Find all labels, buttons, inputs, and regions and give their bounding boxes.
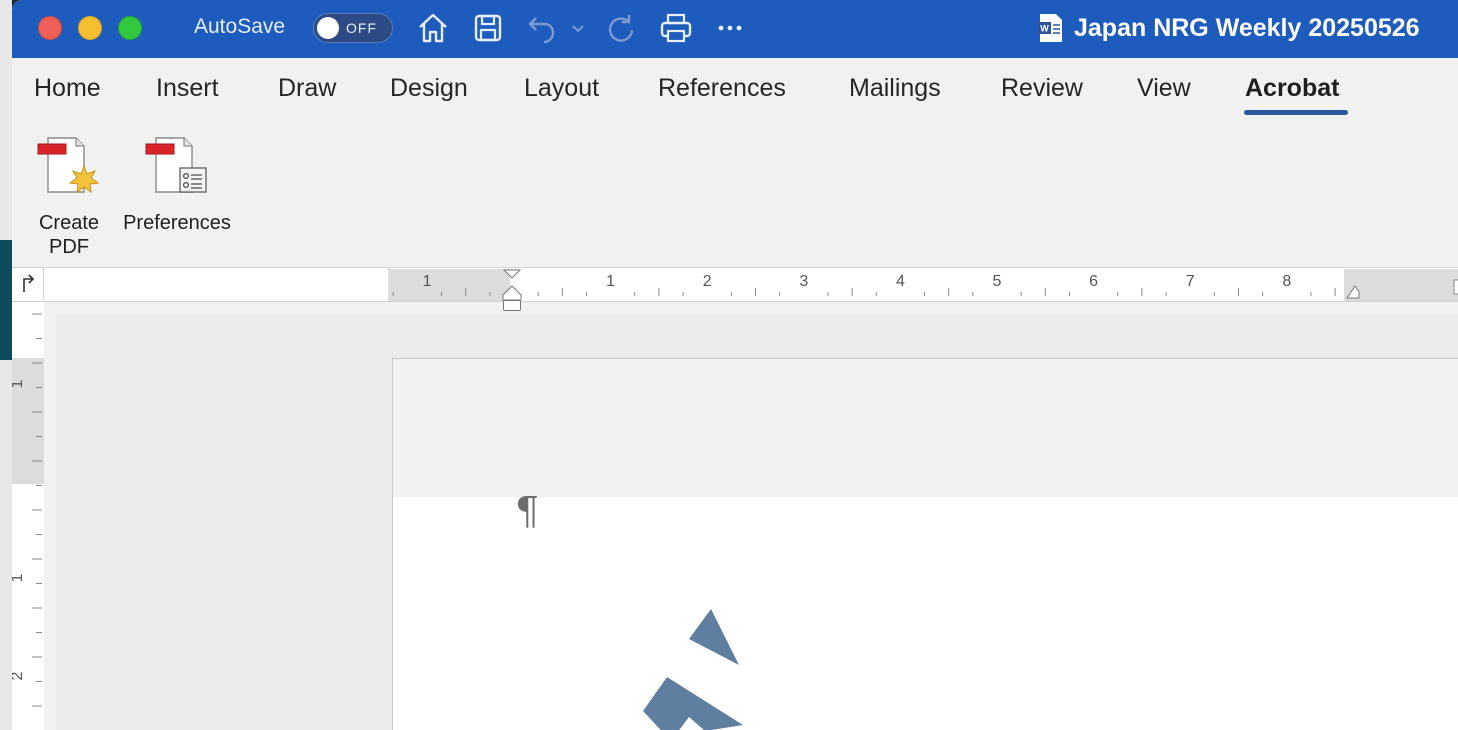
create-pdf-button[interactable]: Create PDF [34, 136, 104, 259]
more-icon[interactable] [712, 10, 748, 46]
zoom-window-button[interactable] [118, 16, 142, 40]
ribbon-tabs: Home Insert Draw Design Layout Reference… [12, 58, 1458, 118]
tab-view[interactable]: View [1137, 74, 1191, 103]
autosave-state: OFF [346, 20, 377, 36]
save-icon[interactable] [470, 10, 506, 46]
ruler-label: 4 [896, 273, 905, 290]
preferences-label: Preferences [123, 212, 231, 234]
create-pdf-icon [37, 137, 100, 194]
tab-acrobat[interactable]: Acrobat [1245, 74, 1339, 103]
active-tab-indicator [1244, 110, 1348, 115]
create-pdf-label-line1: Create [38, 212, 100, 234]
ruler-label: 1 [12, 379, 26, 388]
horizontal-ruler[interactable]: 1 1 2 3 4 5 6 7 8 [12, 268, 1458, 302]
tab-mailings[interactable]: Mailings [849, 74, 941, 103]
tab-references[interactable]: References [658, 74, 786, 103]
left-indent-marker[interactable] [503, 300, 521, 311]
tab-home[interactable]: Home [34, 74, 101, 103]
tab-review[interactable]: Review [1001, 74, 1083, 103]
ruler-label: 1 [606, 273, 615, 290]
document-title-text: Japan NRG Weekly 20250526 [1074, 13, 1420, 42]
background-window-accent [0, 240, 12, 360]
print-icon[interactable] [658, 10, 694, 46]
word-window: AutoSave OFF W Japan NRG Weekly 20250526… [12, 0, 1458, 730]
document-title: W Japan NRG Weekly 20250526 [1038, 10, 1420, 46]
svg-text:W: W [1040, 24, 1049, 34]
tab-draw[interactable]: Draw [278, 74, 336, 103]
word-document-icon: W [1038, 14, 1062, 42]
minimize-window-button[interactable] [78, 16, 102, 40]
home-icon[interactable] [415, 10, 451, 46]
undo-icon[interactable] [524, 10, 560, 46]
ruler-label: 7 [1186, 273, 1195, 290]
document-page[interactable]: ¶ [392, 358, 1458, 730]
horizontal-ruler-bar: 1 1 2 3 4 5 6 7 8 [12, 268, 1458, 302]
ruler-label: 1 [423, 273, 432, 290]
document-logo-image [643, 609, 743, 730]
document-canvas[interactable]: ¶ [56, 314, 1458, 730]
title-bar: AutoSave OFF W Japan NRG Weekly 20250526 [12, 0, 1458, 58]
vertical-ruler[interactable]: 1 1 2 [12, 302, 44, 730]
preferences-icon [145, 137, 207, 193]
ruler-label: 5 [993, 273, 1002, 290]
tab-layout[interactable]: Layout [524, 74, 599, 103]
ruler-label: 8 [1282, 273, 1291, 290]
vertical-ruler-bar: 1 1 2 [12, 302, 44, 730]
ruler-label: 2 [12, 671, 26, 680]
background-window-strip [0, 0, 12, 730]
ruler-label: 2 [703, 273, 712, 290]
toggle-knob [317, 17, 339, 39]
ruler-label: 6 [1089, 273, 1098, 290]
acrobat-ribbon: Create PDF Preferences [12, 118, 1458, 268]
page-header-area[interactable] [393, 359, 1458, 497]
preferences-button[interactable]: Preferences [112, 136, 242, 235]
paragraph-mark: ¶ [515, 489, 540, 533]
ruler-label: 1 [12, 573, 26, 582]
tab-design[interactable]: Design [390, 74, 468, 103]
tab-insert[interactable]: Insert [156, 74, 219, 103]
autosave-toggle[interactable]: OFF [313, 13, 393, 43]
create-pdf-label-line2: PDF [49, 236, 89, 258]
undo-dropdown-icon[interactable] [568, 10, 588, 46]
ruler-label: 3 [799, 273, 808, 290]
autosave-label: AutoSave [194, 15, 286, 38]
close-window-button[interactable] [38, 16, 62, 40]
redo-icon[interactable] [603, 10, 639, 46]
